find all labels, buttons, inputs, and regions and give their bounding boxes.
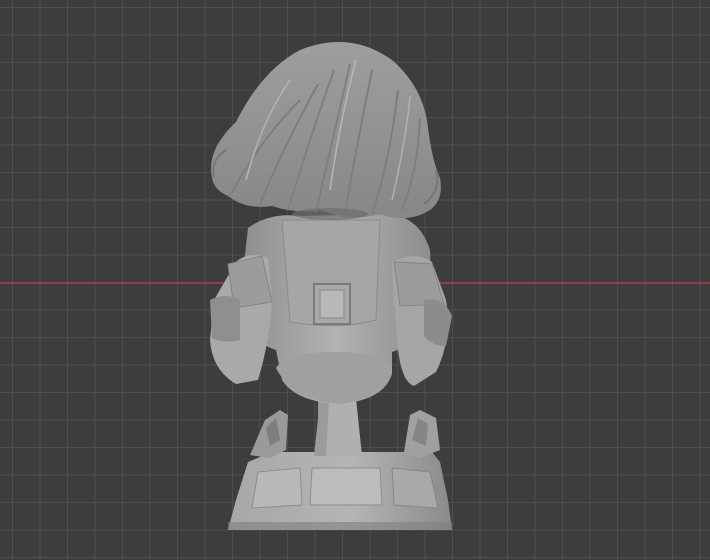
arm-right — [392, 256, 452, 386]
display-base — [228, 452, 452, 530]
base-bracket-right — [404, 410, 440, 458]
3d-viewport[interactable] — [0, 0, 710, 560]
base-bracket-left — [250, 410, 288, 458]
arm-left — [210, 254, 273, 384]
neck-shadow — [292, 208, 368, 220]
figure-model[interactable] — [0, 0, 710, 560]
hair — [211, 42, 441, 219]
